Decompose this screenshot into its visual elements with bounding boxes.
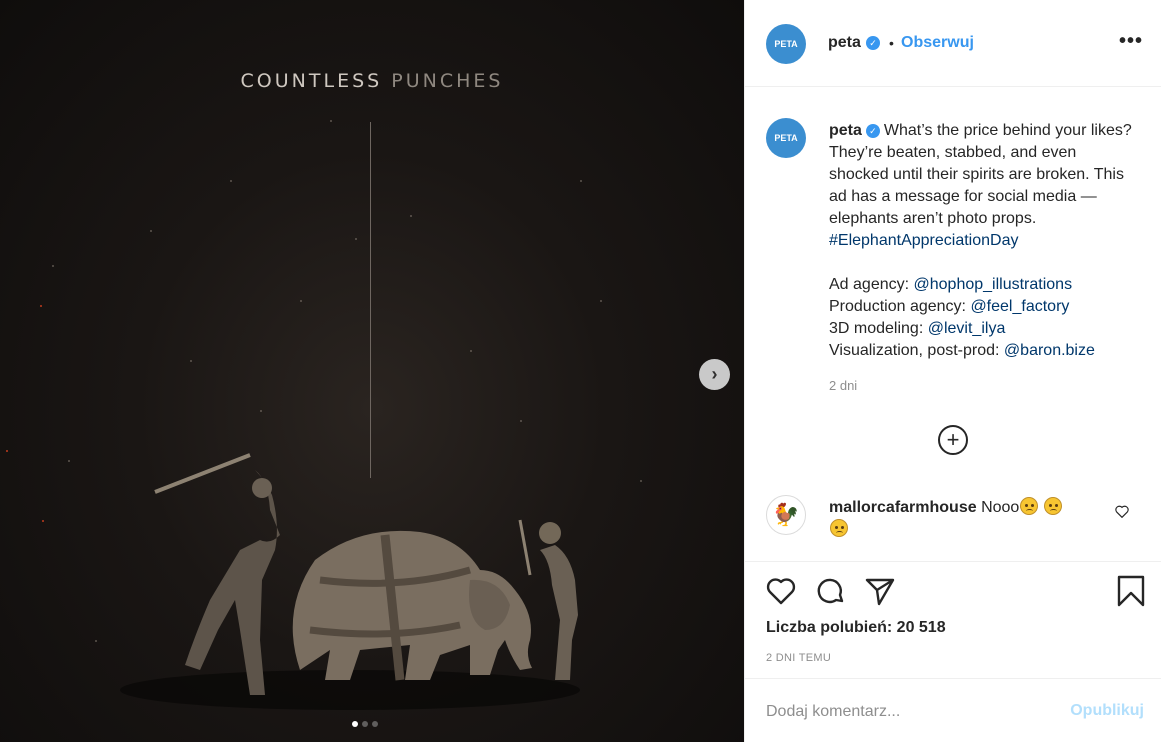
credit-handle-link[interactable]: @levit_ilya bbox=[928, 320, 1006, 337]
comment-username[interactable]: mallorcafarmhouse bbox=[829, 499, 977, 516]
credit-handle-link[interactable]: @hophop_illustrations bbox=[914, 276, 1073, 293]
credit-label: Production agency: bbox=[829, 298, 966, 315]
worried-face-emoji bbox=[830, 519, 848, 537]
credit-label: Visualization, post-prod: bbox=[829, 342, 1000, 359]
add-comment-input[interactable] bbox=[766, 699, 1046, 725]
publish-comment-button[interactable]: Opublikuj bbox=[1070, 702, 1144, 720]
worried-face-emoji bbox=[1043, 497, 1062, 515]
credit-handle-link[interactable]: @baron.bize bbox=[1004, 342, 1095, 359]
carousel-dot bbox=[352, 721, 358, 727]
credit-label: Ad agency: bbox=[829, 276, 910, 293]
header-bullet: • bbox=[889, 35, 894, 51]
comment-icon[interactable] bbox=[815, 575, 847, 607]
avatar-logo-text: PETA bbox=[774, 39, 798, 49]
caption-username[interactable]: peta bbox=[829, 122, 862, 139]
post-actions: Liczba polubień: 20 518 2 DNI TEMU Opubl… bbox=[745, 561, 1161, 742]
credit-line: 3D modeling: @levit_ilya bbox=[829, 318, 1139, 340]
media-title-word-1: COUNTLESS bbox=[240, 70, 383, 92]
comment-body: Nooo bbox=[981, 499, 1020, 516]
media-divider-line bbox=[370, 122, 371, 478]
commenter-avatar[interactable]: 🐓 bbox=[766, 495, 806, 535]
more-options-icon[interactable]: ••• bbox=[1119, 30, 1143, 53]
credit-line: Visualization, post-prod: @baron.bize bbox=[829, 340, 1139, 362]
avatar-logo-text: PETA bbox=[774, 133, 798, 143]
chevron-right-icon: › bbox=[711, 364, 718, 384]
elephant-sculpture-image bbox=[120, 453, 580, 710]
credit-label: 3D modeling: bbox=[829, 320, 924, 337]
verified-badge-icon: ✓ bbox=[866, 36, 880, 50]
caption-time-ago[interactable]: 2 dni bbox=[829, 378, 857, 393]
send-icon[interactable] bbox=[864, 575, 896, 607]
post-caption: peta ✓ What’s the price behind your likes?… bbox=[829, 120, 1139, 362]
add-comment-form: Opublikuj bbox=[745, 678, 1161, 742]
credit-handle-link[interactable]: @feel_factory bbox=[970, 298, 1069, 315]
carousel-dot bbox=[362, 721, 368, 727]
carousel-indicator bbox=[352, 721, 378, 727]
media-title: COUNTLESS PUNCHES bbox=[0, 70, 744, 92]
carousel-dot bbox=[372, 721, 378, 727]
hashtag-link[interactable]: #ElephantAppreciationDay bbox=[829, 232, 1018, 249]
media-title-word-2: PUNCHES bbox=[391, 70, 504, 92]
post-date[interactable]: 2 DNI TEMU bbox=[766, 652, 831, 664]
credit-line: Ad agency: @hophop_illustrations bbox=[829, 274, 1139, 296]
heart-icon[interactable] bbox=[765, 575, 797, 607]
load-more-comments-button[interactable]: + bbox=[938, 425, 968, 455]
likes-count[interactable]: Liczba polubień: 20 518 bbox=[766, 619, 946, 637]
comment-like-heart-icon[interactable] bbox=[1115, 505, 1129, 521]
bookmark-icon[interactable] bbox=[1115, 575, 1147, 607]
post-header: PETA peta ✓ • Obserwuj ••• bbox=[745, 0, 1161, 87]
comment-text: mallorcafarmhouse Nooo bbox=[829, 497, 1099, 541]
rooster-icon: 🐓 bbox=[772, 502, 800, 527]
avatar[interactable]: PETA bbox=[766, 118, 806, 158]
header-username[interactable]: peta bbox=[828, 34, 861, 52]
avatar[interactable]: PETA bbox=[766, 24, 806, 64]
next-slide-button[interactable]: › bbox=[699, 359, 730, 390]
worried-face-emoji bbox=[1020, 497, 1039, 515]
comment-item: 🐓 mallorcafarmhouse Nooo bbox=[745, 480, 1161, 560]
post-media[interactable]: COUNTLESS PUNCHES › bbox=[0, 0, 744, 742]
post-side-panel: PETA peta ✓ • Obserwuj ••• PETA peta ✓ Wha… bbox=[744, 0, 1161, 742]
plus-circle-icon: + bbox=[946, 427, 960, 452]
credit-line: Production agency: @feel_factory bbox=[829, 296, 1139, 318]
verified-badge-icon: ✓ bbox=[865, 124, 880, 138]
follow-button[interactable]: Obserwuj bbox=[901, 34, 974, 52]
caption-area: PETA peta ✓ What’s the price behind your l… bbox=[745, 88, 1161, 472]
